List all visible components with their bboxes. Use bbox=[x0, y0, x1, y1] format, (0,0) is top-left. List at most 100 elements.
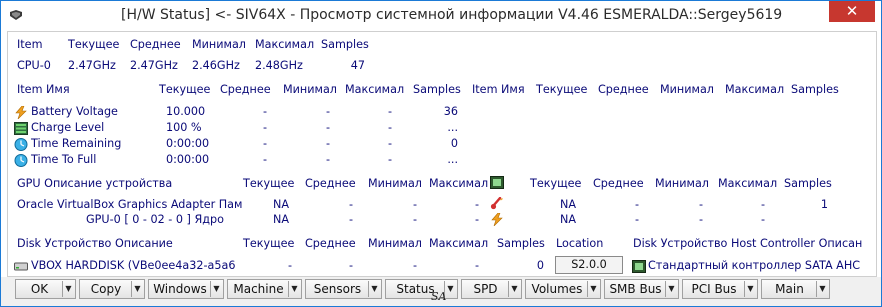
disk-header-controller: Disk Устройство Host Controller Описан bbox=[633, 237, 863, 250]
volumes-button[interactable]: Volumes ▼ bbox=[525, 279, 601, 299]
gpu-row-name: Oracle VirtualBox Graphics Adapter Пам bbox=[17, 198, 243, 211]
status-panel: Item Текущее Среднее Минимал Максимал Sa… bbox=[7, 31, 877, 277]
machine-button[interactable]: Machine ▼ bbox=[227, 279, 302, 299]
battery-row-samples: ... bbox=[447, 153, 458, 166]
copy-button[interactable]: Copy ▼ bbox=[79, 279, 145, 299]
battery-row-name: Charge Level bbox=[31, 121, 105, 134]
gpu-row-max: - bbox=[474, 213, 480, 226]
disk-row-location: S2.0.0 bbox=[571, 258, 607, 271]
disk-header-current: Текущее bbox=[243, 237, 295, 250]
gpu-header-right-max: Максимал bbox=[718, 177, 778, 190]
battery-header-right-min: Минимал bbox=[660, 83, 714, 96]
pci-bus-button[interactable]: PCI Bus ▼ bbox=[682, 279, 758, 299]
gpu-row-right-min: - bbox=[698, 213, 704, 226]
gpu-header-right-current: Текущее bbox=[530, 177, 582, 190]
button-label: Sensors bbox=[313, 282, 362, 296]
battery-row-name: Battery Voltage bbox=[31, 105, 118, 118]
battery-row-samples: 0 bbox=[450, 137, 458, 150]
gpu-row-right-current: NA bbox=[560, 213, 577, 226]
battery-header-current: Текущее bbox=[159, 83, 211, 96]
dropdown-arrow-icon[interactable]: ▼ bbox=[62, 281, 74, 297]
cpu-header-samples: Samples bbox=[321, 38, 369, 51]
dropdown-arrow-icon[interactable]: ▼ bbox=[288, 281, 300, 297]
battery-header-max: Максимал bbox=[345, 83, 405, 96]
dropdown-arrow-icon[interactable]: ▼ bbox=[587, 281, 599, 297]
dropdown-arrow-icon[interactable]: ▼ bbox=[744, 281, 756, 297]
lightning-icon bbox=[491, 213, 503, 226]
smb-bus-button[interactable]: SMB Bus ▼ bbox=[604, 279, 679, 299]
gpu-header-right-samples: Samples bbox=[784, 177, 832, 190]
button-label: Windows bbox=[153, 282, 207, 296]
gpu-row-right-max: - bbox=[760, 213, 766, 226]
controller-icon bbox=[632, 260, 646, 273]
battery-row-name: Time Remaining bbox=[31, 137, 122, 150]
close-icon: ✕ bbox=[845, 2, 859, 20]
button-label: OK bbox=[30, 282, 49, 296]
cpu-header-item: Item bbox=[17, 38, 43, 51]
dropdown-arrow-icon[interactable]: ▼ bbox=[816, 281, 828, 297]
gpu-row-right-max: - bbox=[760, 198, 766, 211]
close-button[interactable]: ✕ bbox=[829, 1, 875, 22]
battery-row-samples: 36 bbox=[443, 105, 458, 118]
dropdown-arrow-icon[interactable]: ▼ bbox=[508, 281, 520, 297]
windows-button[interactable]: Windows ▼ bbox=[148, 279, 224, 299]
button-label: Machine bbox=[233, 282, 284, 296]
battery-row-average: - bbox=[262, 121, 268, 134]
main-button[interactable]: Main ▼ bbox=[761, 279, 830, 299]
gpu-row-name: GPU-0 [ 0 - 02 - 0 ] Ядро bbox=[86, 213, 224, 226]
gpu-header-max: Максимал bbox=[429, 177, 489, 190]
spd-button[interactable]: SPD ▼ bbox=[461, 279, 522, 299]
watermark: SA bbox=[431, 290, 447, 303]
gpu-row-min: - bbox=[412, 213, 418, 226]
disk-row-samples: 0 bbox=[536, 259, 544, 272]
gpu-header-min: Минимал bbox=[368, 177, 422, 190]
gpu-row-average: - bbox=[348, 198, 354, 211]
dropdown-arrow-icon[interactable]: ▼ bbox=[665, 281, 677, 297]
gpu-header-current: Текущее bbox=[243, 177, 295, 190]
dropdown-arrow-icon[interactable]: ▼ bbox=[131, 281, 143, 297]
gpu-row-right-average: - bbox=[634, 213, 640, 226]
battery-header-right-average: Среднее bbox=[598, 83, 649, 96]
gpu-header-description: GPU Описание устройства bbox=[17, 177, 173, 190]
button-label: SPD bbox=[473, 282, 498, 296]
button-label: PCI Bus bbox=[691, 282, 737, 296]
gpu-row-min: - bbox=[412, 198, 418, 211]
status-button[interactable]: Status ▼ bbox=[385, 279, 458, 299]
disk-header-samples: Samples bbox=[497, 237, 545, 250]
cpu-row-samples: 47 bbox=[350, 59, 365, 72]
ok-button[interactable]: OK ▼ bbox=[15, 279, 76, 299]
dropdown-arrow-icon[interactable]: ▼ bbox=[368, 281, 380, 297]
battery-level-icon bbox=[14, 122, 28, 135]
clock-icon bbox=[14, 154, 28, 167]
battery-row-min: - bbox=[325, 153, 331, 166]
gpu-row-current: NA bbox=[273, 213, 290, 226]
cpu-header-average: Среднее bbox=[130, 38, 181, 51]
dropdown-arrow-icon[interactable]: ▼ bbox=[210, 281, 222, 297]
battery-header-min: Минимал bbox=[283, 83, 337, 96]
cpu-row-max: 2.48GHz bbox=[255, 59, 303, 72]
battery-header-samples: Samples bbox=[413, 83, 461, 96]
button-label: Main bbox=[775, 282, 804, 296]
cpu-row-average: 2.47GHz bbox=[130, 59, 178, 72]
cpu-header-current: Текущее bbox=[68, 38, 120, 51]
battery-header-right-max: Максимал bbox=[725, 83, 785, 96]
disk-row-current: - bbox=[287, 259, 293, 272]
battery-header-item: Item Имя bbox=[17, 83, 70, 96]
battery-row-average: - bbox=[262, 137, 268, 150]
disk-row-controller: Стандартный контроллер SATA AHC bbox=[648, 259, 861, 272]
battery-header-right-current: Текущее bbox=[536, 83, 588, 96]
battery-row-samples: ... bbox=[447, 121, 458, 134]
siv-window: [H/W Status] <- SIV64X - Просмотр систем… bbox=[0, 0, 882, 307]
disk-header-min: Минимал bbox=[368, 237, 422, 250]
disk-row-average: - bbox=[348, 259, 354, 272]
battery-row-current: 0:00:00 bbox=[166, 153, 210, 166]
battery-row-max: - bbox=[387, 105, 393, 118]
disk-row-min: - bbox=[412, 259, 418, 272]
cpu-header-min: Минимал bbox=[192, 38, 246, 51]
sensors-button[interactable]: Sensors ▼ bbox=[305, 279, 382, 299]
app-icon[interactable] bbox=[9, 9, 23, 21]
disk-header-max: Максимал bbox=[429, 237, 489, 250]
gpu-header-average: Среднее bbox=[305, 177, 356, 190]
cpu-row-min: 2.46GHz bbox=[192, 59, 240, 72]
button-label: Copy bbox=[90, 282, 122, 296]
